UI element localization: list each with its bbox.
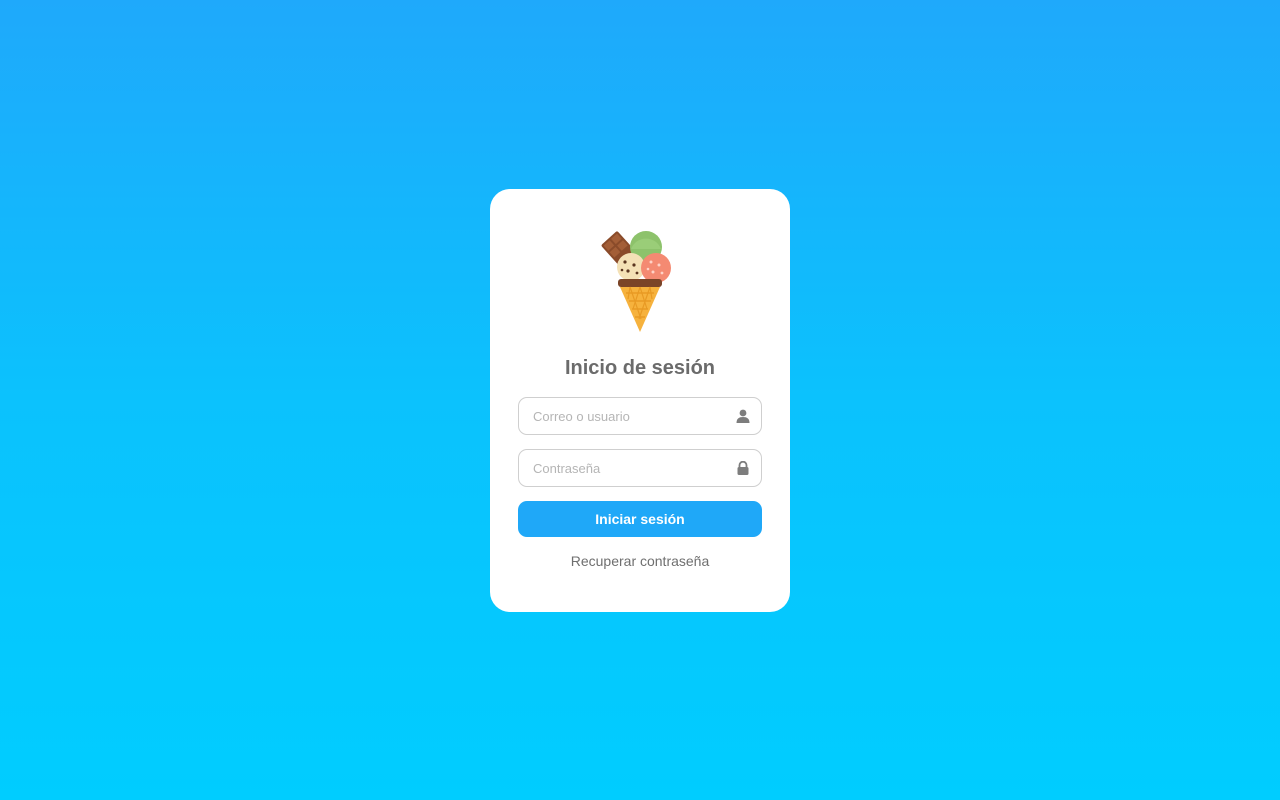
user-field[interactable] xyxy=(518,397,762,435)
login-button[interactable]: Iniciar sesión xyxy=(518,501,762,537)
password-input[interactable] xyxy=(519,450,761,486)
password-field[interactable] xyxy=(518,449,762,487)
user-icon xyxy=(736,409,750,423)
page-title: Inicio de sesión xyxy=(564,357,716,379)
recover-password-link[interactable]: Recuperar contraseña xyxy=(490,553,790,569)
lock-icon xyxy=(737,461,749,475)
login-card: Inicio de sesión Iniciar sesión Recupera… xyxy=(490,189,790,612)
user-input[interactable] xyxy=(519,398,761,434)
ice-cream-cone-icon xyxy=(601,231,671,332)
